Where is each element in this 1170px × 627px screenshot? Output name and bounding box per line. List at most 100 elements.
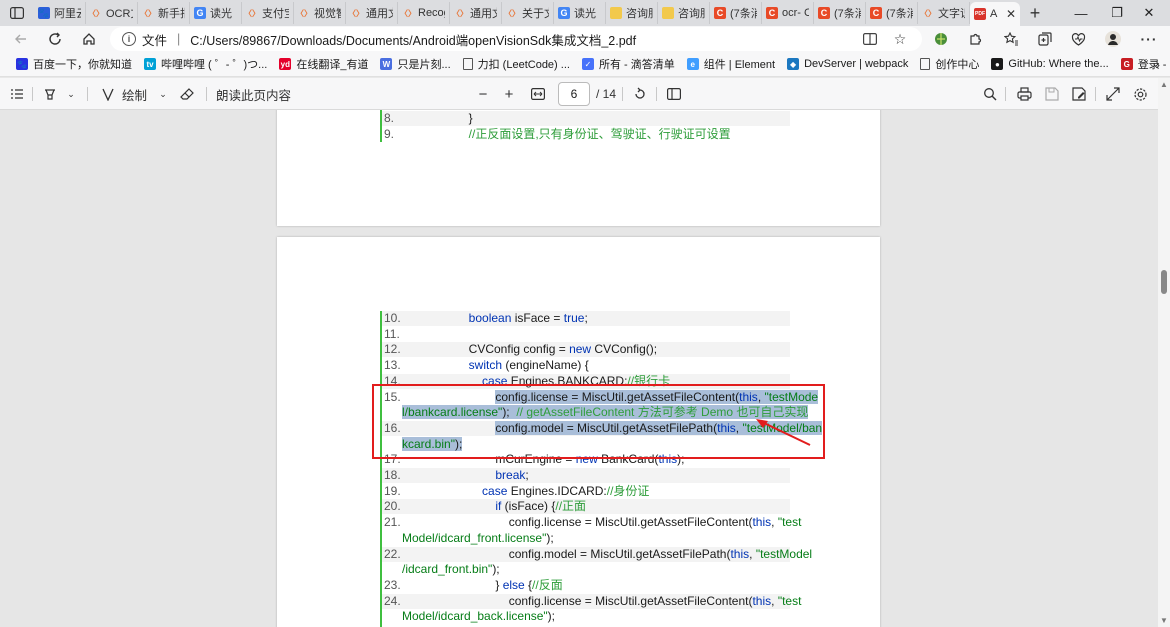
bookmark-label: GitHub: Where the...	[1008, 58, 1109, 70]
highlight-icon[interactable]	[40, 78, 60, 110]
address-bar[interactable]: i 文件 | C:/Users/89867/Downloads/Document…	[110, 27, 922, 51]
save-as-icon[interactable]	[1069, 78, 1089, 110]
code-line: 9. //正反面设置,只有身份证、驾驶证、行驶证可设置	[382, 127, 790, 142]
pdf-icon: PDF	[974, 8, 986, 20]
new-tab-button[interactable]: +	[1020, 0, 1050, 26]
tab-label: Recog	[418, 7, 445, 19]
tab-item[interactable]: 〈〉通用文	[346, 2, 398, 24]
tab-item[interactable]: 〈〉关于文	[502, 2, 554, 24]
bookmark-item[interactable]: 力扣 (LeetCode) ...	[457, 52, 576, 77]
zoom-out-icon[interactable]: −	[474, 78, 492, 110]
expand-icon[interactable]	[1103, 78, 1123, 110]
code-token: "test	[777, 593, 802, 608]
pdf-viewer[interactable]: 8. } 9. //正反面设置,只有身份证、驾驶证、行驶证可设置 10. bool…	[0, 110, 1158, 627]
bookmark-item[interactable]: ◆ DevServer | webpack	[781, 52, 914, 77]
favorite-star-icon[interactable]: ☆	[886, 26, 914, 52]
page-number-input[interactable]: 6	[558, 82, 590, 106]
tab-item[interactable]: 🐾 阿里云	[34, 2, 86, 24]
tab-label: OCR文字	[106, 8, 133, 20]
collections-icon[interactable]	[1031, 26, 1059, 52]
code-token: }	[468, 111, 473, 125]
fit-page-icon[interactable]	[529, 78, 547, 110]
home-button[interactable]	[72, 26, 106, 52]
scroll-down-arrow-icon[interactable]: ▼	[1160, 616, 1168, 625]
line-number: 21.	[384, 515, 401, 530]
code-line: 8. }	[382, 111, 790, 126]
tab-item[interactable]: 咨询服	[606, 2, 658, 24]
paw-icon: 🐾	[38, 7, 50, 19]
tab-item[interactable]: G 读光	[190, 2, 242, 24]
tab-item[interactable]: 〈〉新手指	[138, 2, 190, 24]
tab-active-pdf[interactable]: PDF A ✕	[970, 2, 1020, 26]
bookmark-item[interactable]: ● GitHub: Where the...	[985, 52, 1114, 77]
profile-avatar[interactable]	[1099, 26, 1127, 52]
reading-view-icon[interactable]	[856, 26, 884, 52]
code-line: 24. config.license = MiscUtil.getAssetFi…	[382, 593, 801, 609]
print-icon[interactable]	[1014, 78, 1034, 110]
draw-icon[interactable]	[98, 78, 118, 110]
draw-button[interactable]: 绘制	[122, 78, 147, 110]
info-icon[interactable]: i	[122, 32, 136, 46]
tab-strip: 🐾阿里云〈〉OCR文字〈〉新手指G读光〈〉支付宝〈〉视觉智〈〉通用文〈〉Reco…	[0, 0, 1170, 26]
bookmark-item[interactable]: 创作中心	[914, 52, 985, 77]
bookmarks-bar: 🐾 百度一下，你就知道 tv 哔哩哔哩 ( ゜- ゜)つ... yd 在线翻译_有道 W 只是…	[0, 52, 1170, 77]
zoom-in-icon[interactable]: +	[500, 78, 518, 110]
tab-item[interactable]: C (7条消	[814, 2, 866, 24]
chevron-down-icon[interactable]: ⌄	[156, 78, 170, 110]
extension-globe-icon[interactable]	[927, 26, 955, 52]
code-token: ;	[584, 311, 588, 325]
bookmark-item[interactable]: ✓ 所有 - 滴答清单	[576, 52, 681, 77]
vertical-scrollbar[interactable]: ▲ ▼	[1158, 78, 1170, 627]
tab-item[interactable]: G 读光	[554, 2, 606, 24]
search-icon[interactable]	[980, 78, 1000, 110]
read-aloud-button[interactable]: 朗读此页内容	[216, 78, 291, 110]
bookmarks-more-chevron-icon[interactable]: ›	[1156, 52, 1160, 77]
element-icon: e	[686, 58, 699, 70]
close-window-button[interactable]: ✕	[1126, 0, 1170, 26]
bookmark-item[interactable]: G 登录 - Gitee.com	[1115, 52, 1170, 77]
close-tab-icon[interactable]: ✕	[1006, 7, 1016, 21]
bookmark-item[interactable]: 🐾 百度一下，你就知道	[10, 52, 138, 77]
back-button[interactable]	[4, 26, 38, 52]
tab-item[interactable]: 〈〉文字识	[918, 2, 970, 24]
tab-item[interactable]: 〈〉视觉智	[294, 2, 346, 24]
extensions-puzzle-icon[interactable]	[961, 26, 989, 52]
eraser-icon[interactable]	[177, 78, 197, 110]
page-view-icon[interactable]	[665, 78, 683, 110]
save-icon[interactable]	[1042, 78, 1062, 110]
chevron-down-icon[interactable]: ⌄	[64, 78, 78, 110]
toolbar-divider	[1005, 87, 1006, 101]
code-token: );	[492, 562, 500, 577]
webpack-icon: ◆	[787, 58, 800, 70]
tab-item[interactable]: 〈〉通用文	[450, 2, 502, 24]
table-of-contents-icon[interactable]	[8, 78, 26, 110]
scrollbar-thumb[interactable]	[1161, 270, 1167, 294]
tab-item[interactable]: 〈〉Recog	[398, 2, 450, 24]
bookmark-item[interactable]: W 只是片刻...	[374, 52, 456, 77]
tab-item[interactable]: 〈〉OCR文字	[86, 2, 138, 24]
github-icon: ●	[991, 58, 1004, 70]
tab-item[interactable]: Cocr- C	[762, 2, 814, 24]
more-menu-icon[interactable]: ···	[1135, 26, 1163, 52]
bookmark-item[interactable]: tv 哔哩哔哩 ( ゜- ゜)つ...	[138, 52, 273, 77]
settings-gear-icon[interactable]	[1130, 78, 1150, 110]
bookmark-item[interactable]: yd 在线翻译_有道	[273, 52, 374, 77]
bracket-icon: 〈〉	[348, 8, 364, 18]
bookmark-item[interactable]: e 组件 | Element	[681, 52, 781, 77]
code-token: else	[502, 577, 525, 592]
tab-label: 新手指	[158, 8, 185, 20]
tab-item[interactable]: 〈〉支付宝	[242, 2, 294, 24]
toolbar-divider	[1095, 87, 1096, 101]
rotate-icon[interactable]	[631, 78, 649, 110]
tab-item[interactable]: C (7条消	[710, 2, 762, 24]
browser-essentials-icon[interactable]	[1064, 26, 1092, 52]
refresh-button[interactable]	[38, 26, 72, 52]
tab-item[interactable]: C (7条消	[866, 2, 918, 24]
favorites-icon[interactable]	[997, 26, 1025, 52]
tab-actions-button[interactable]	[0, 0, 34, 26]
scroll-up-arrow-icon[interactable]: ▲	[1160, 80, 1168, 89]
tab-label: 通用文	[366, 8, 393, 20]
tab-item[interactable]: 咨询服	[658, 2, 710, 24]
